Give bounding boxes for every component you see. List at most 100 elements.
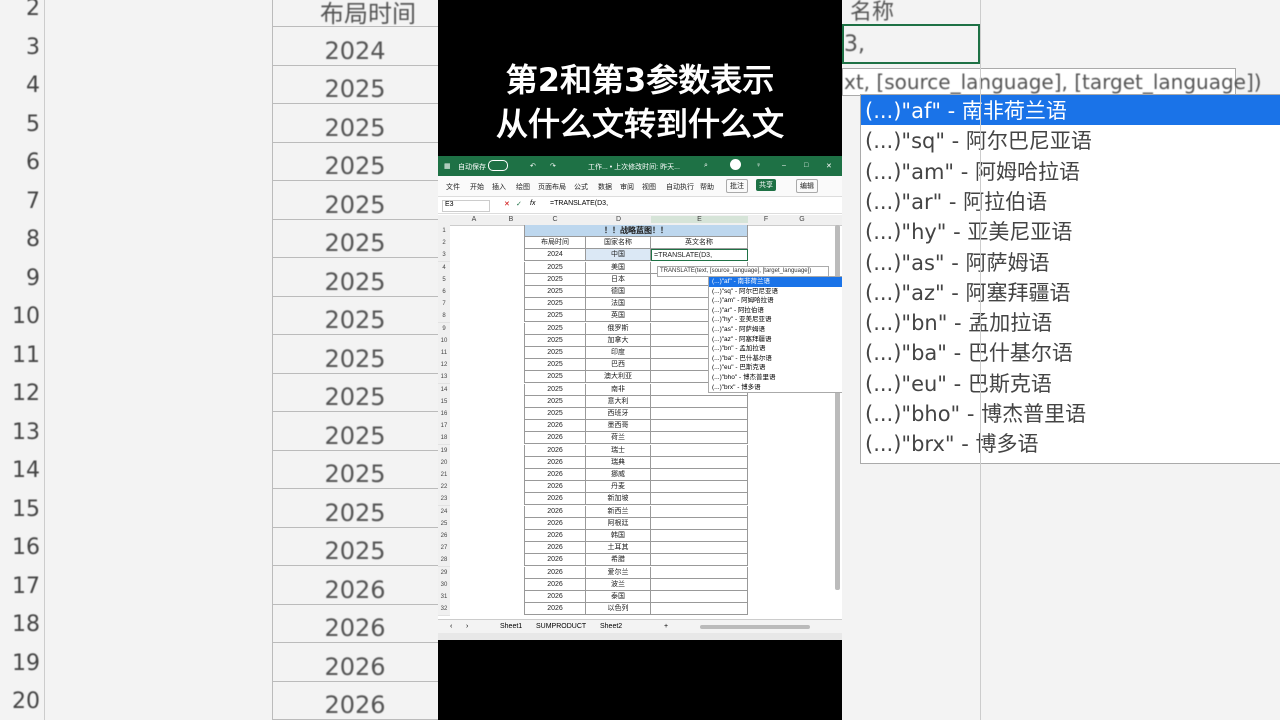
year-cell[interactable]: 2025 xyxy=(524,322,586,335)
row-number[interactable]: 30 xyxy=(438,578,450,592)
english-name-cell[interactable] xyxy=(651,432,748,445)
country-cell[interactable]: 英国 xyxy=(586,310,651,323)
dropdown-option[interactable]: (...)"af" - 南非荷兰语 xyxy=(709,277,842,287)
row-number[interactable]: 29 xyxy=(438,566,450,580)
dropdown-option[interactable]: (...)"bn" - 孟加拉语 xyxy=(709,344,842,354)
country-cell[interactable]: 西班牙 xyxy=(586,408,651,420)
country-cell[interactable]: 中国 xyxy=(586,249,651,262)
edit-button[interactable]: 编辑 xyxy=(796,179,818,193)
year-cell[interactable]: 2025 xyxy=(524,359,586,372)
year-cell[interactable]: 2026 xyxy=(524,432,586,445)
english-name-cell[interactable] xyxy=(651,456,748,469)
menu-item[interactable]: 自动执行 xyxy=(666,182,694,192)
row-number[interactable]: 6 xyxy=(438,286,450,299)
prev-sheet-icon[interactable]: ‹ xyxy=(450,623,452,630)
col-E[interactable]: E xyxy=(651,216,748,223)
year-cell[interactable]: 2026 xyxy=(524,530,586,542)
year-cell[interactable]: 2025 xyxy=(524,298,586,311)
col-F[interactable]: F xyxy=(748,216,784,223)
row-number[interactable]: 17 xyxy=(438,420,450,434)
tab-sheet1[interactable]: Sheet1 xyxy=(500,623,522,630)
menu-item[interactable]: 文件 xyxy=(446,182,460,192)
english-name-cell[interactable] xyxy=(651,395,748,408)
header-cell[interactable]: 布局时间 xyxy=(524,237,586,250)
col-C[interactable]: C xyxy=(524,216,586,223)
english-name-cell[interactable] xyxy=(651,566,748,579)
close-icon[interactable]: ✕ xyxy=(826,162,832,170)
menu-item[interactable]: 公式 xyxy=(574,182,588,192)
country-cell[interactable]: 南非 xyxy=(586,383,651,396)
english-name-cell[interactable] xyxy=(651,493,748,506)
row-number[interactable]: 21 xyxy=(438,469,450,482)
country-cell[interactable]: 新西兰 xyxy=(586,505,651,518)
undo-icon[interactable]: ↶ xyxy=(530,162,536,170)
row-number[interactable]: 7 xyxy=(438,298,450,312)
country-cell[interactable]: 阿根廷 xyxy=(586,517,651,530)
add-sheet-icon[interactable]: + xyxy=(664,623,668,630)
autosave-toggle[interactable] xyxy=(488,160,508,171)
english-name-cell[interactable] xyxy=(651,517,748,530)
dropdown-option[interactable]: (...)"ba" - 巴什基尔语 xyxy=(709,354,842,364)
year-cell[interactable]: 2026 xyxy=(524,444,586,457)
country-cell[interactable]: 日本 xyxy=(586,273,651,286)
menu-item[interactable]: 开始 xyxy=(470,182,484,192)
row-number[interactable]: 13 xyxy=(438,371,450,385)
row-number[interactable]: 4 xyxy=(438,261,450,275)
english-name-cell[interactable] xyxy=(651,444,748,457)
row-number[interactable]: 28 xyxy=(438,554,450,568)
country-cell[interactable]: 澳大利亚 xyxy=(586,371,651,384)
menu-item[interactable]: 插入 xyxy=(492,182,506,192)
dropdown-option[interactable]: (...)"as" - 阿萨姆语 xyxy=(709,325,842,335)
comment-button[interactable]: 批注 xyxy=(726,179,748,193)
col-G[interactable]: G xyxy=(784,216,820,223)
header-cell[interactable]: 国家名称 xyxy=(586,237,651,250)
year-cell[interactable]: 2026 xyxy=(524,591,586,603)
menu-item[interactable]: 视图 xyxy=(642,182,656,192)
year-cell[interactable]: 2025 xyxy=(524,261,586,274)
country-cell[interactable]: 韩国 xyxy=(586,530,651,542)
cancel-icon[interactable]: ✕ xyxy=(504,200,510,208)
maximize-icon[interactable]: □ xyxy=(804,162,808,169)
tab-sheet2[interactable]: Sheet2 xyxy=(600,623,622,630)
english-name-cell[interactable] xyxy=(651,408,748,420)
year-cell[interactable]: 2025 xyxy=(524,408,586,420)
english-name-cell[interactable] xyxy=(651,469,748,481)
row-number[interactable]: 27 xyxy=(438,542,450,556)
country-cell[interactable]: 印度 xyxy=(586,347,651,359)
year-cell[interactable]: 2025 xyxy=(524,347,586,359)
country-cell[interactable]: 希腊 xyxy=(586,554,651,567)
english-name-cell[interactable] xyxy=(651,542,748,555)
dropdown-option[interactable]: (...)"sq" - 阿尔巴尼亚语 xyxy=(709,287,842,297)
country-cell[interactable]: 丹麦 xyxy=(586,481,651,494)
horizontal-scrollbar[interactable] xyxy=(700,625,810,629)
country-cell[interactable]: 巴西 xyxy=(586,359,651,372)
menu-item[interactable]: 页面布局 xyxy=(538,182,566,192)
year-cell[interactable]: 2026 xyxy=(524,542,586,555)
year-cell[interactable]: 2026 xyxy=(524,481,586,494)
row-number[interactable]: 15 xyxy=(438,395,450,409)
row-number[interactable]: 9 xyxy=(438,322,450,336)
menu-item[interactable]: 审阅 xyxy=(620,182,634,192)
name-box[interactable]: E3 xyxy=(442,200,490,212)
tab-sumproduct[interactable]: SUMPRODUCT xyxy=(536,623,586,630)
country-cell[interactable]: 意大利 xyxy=(586,395,651,408)
country-cell[interactable]: 美国 xyxy=(586,261,651,274)
year-cell[interactable]: 2025 xyxy=(524,286,586,298)
row-number[interactable]: 26 xyxy=(438,530,450,543)
row-number[interactable]: 3 xyxy=(438,249,450,263)
country-cell[interactable]: 土耳其 xyxy=(586,542,651,555)
header-cell[interactable]: 英文名称 xyxy=(651,237,748,250)
fx-icon[interactable]: fx xyxy=(530,200,535,207)
country-cell[interactable]: 德国 xyxy=(586,286,651,298)
english-name-cell[interactable] xyxy=(651,603,748,616)
row-number[interactable]: 8 xyxy=(438,310,450,324)
country-cell[interactable]: 俄罗斯 xyxy=(586,322,651,335)
english-name-cell[interactable] xyxy=(651,530,748,542)
country-cell[interactable]: 泰国 xyxy=(586,591,651,603)
country-cell[interactable]: 墨西哥 xyxy=(586,420,651,433)
english-name-cell[interactable] xyxy=(651,554,748,567)
dropdown-option[interactable]: (...)"am" - 阿姆哈拉语 xyxy=(709,296,842,306)
english-name-cell[interactable] xyxy=(651,505,748,518)
year-cell[interactable]: 2026 xyxy=(524,420,586,433)
redo-icon[interactable]: ↷ xyxy=(550,162,556,170)
